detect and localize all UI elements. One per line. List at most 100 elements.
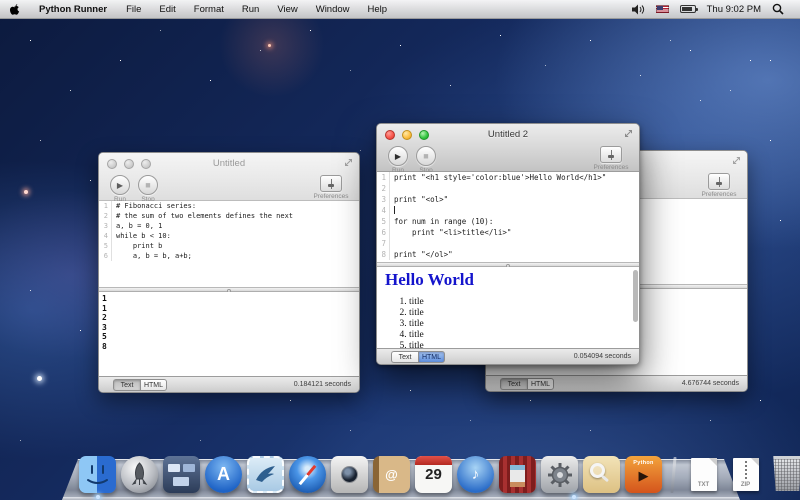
menu-run[interactable]: Run	[233, 0, 268, 18]
html-tab[interactable]: HTML	[418, 351, 445, 363]
dock-icon-photo-booth[interactable]	[499, 456, 536, 493]
window-footer: Text HTML 0.054094 seconds	[377, 348, 639, 364]
dock-icon-mission-control[interactable]	[163, 456, 200, 493]
resize-grip-icon[interactable]	[732, 156, 741, 165]
pink-star	[24, 190, 28, 194]
rocket-icon	[121, 456, 158, 493]
menu-edit[interactable]: Edit	[150, 0, 184, 18]
menu-help[interactable]: Help	[359, 0, 397, 18]
stop-button[interactable]: ■ Stop	[407, 146, 445, 174]
close-button[interactable]	[385, 130, 395, 140]
menu-file[interactable]: File	[117, 0, 150, 18]
list-item: title	[409, 330, 639, 341]
code-editor[interactable]: 1# Fibonacci series: 2# the sum of two e…	[99, 201, 359, 287]
dock-icon-ical[interactable]: 29	[415, 456, 452, 493]
output-mode-segmented-control: Text HTML	[500, 378, 554, 390]
play-icon: ▶	[395, 152, 401, 161]
preferences-button[interactable]: Preferences	[311, 175, 351, 200]
input-source-flag-icon[interactable]	[656, 5, 669, 13]
output-pane[interactable]: Hello World title title title title titl…	[377, 267, 639, 351]
window-untitled-2[interactable]: Untitled 2 ▶ Run ■ Stop Preferences 1pri…	[376, 123, 640, 365]
archive-page-icon: ZIP	[733, 458, 759, 491]
dock-icon-app-store[interactable]: A	[205, 456, 242, 493]
calendar-header-icon	[415, 456, 452, 465]
preferences-button[interactable]: Preferences	[591, 146, 631, 171]
output-pane[interactable]: 1 1 2 3 5 8	[99, 292, 359, 378]
dock-icon-itunes[interactable]: ♪	[457, 456, 494, 493]
rendered-heading: Hello World	[377, 267, 639, 290]
run-duration: 0.054094 seconds	[574, 353, 639, 360]
code-editor[interactable]: 1print "<h1 style='color:blue'>Hello Wor…	[377, 172, 639, 262]
slider-icon	[611, 150, 612, 160]
window-footer: Text HTML 0.184121 seconds	[99, 376, 359, 392]
camera-lens-icon	[341, 466, 358, 483]
html-tab[interactable]: HTML	[527, 378, 554, 390]
window-untitled[interactable]: Untitled ▶ Run ■ Stop Preferences 1# Fib…	[98, 152, 360, 393]
window-header[interactable]: Untitled 2 ▶ Run ■ Stop Preferences	[377, 124, 639, 172]
play-icon: ▶	[117, 181, 123, 190]
play-icon: ▶	[625, 466, 662, 486]
close-button[interactable]	[107, 159, 117, 169]
dock-icon-facetime[interactable]	[331, 456, 368, 493]
menu-clock[interactable]: Thu 9:02 PM	[707, 4, 761, 15]
eagle-stamp-icon	[249, 458, 282, 491]
python-runner-label: Python	[625, 456, 662, 466]
at-sign-icon: @	[385, 467, 398, 482]
text-caret	[394, 206, 395, 214]
window-footer: Text HTML 4.676744 seconds	[486, 375, 747, 391]
window-header[interactable]: Untitled ▶ Run ■ Stop Preferences	[99, 153, 359, 201]
dock-icon-trash[interactable]	[769, 456, 800, 493]
dock-icon-safari[interactable]	[289, 456, 326, 493]
dock-icon-system-preferences[interactable]	[541, 456, 578, 493]
zoom-button[interactable]	[141, 159, 151, 169]
battery-icon[interactable]	[680, 5, 696, 13]
resize-grip-icon[interactable]	[344, 158, 353, 167]
text-tab[interactable]: Text	[500, 378, 527, 390]
window-thumb-icon	[183, 464, 195, 472]
trash-basket-icon	[772, 456, 800, 491]
dock-icon-txt-file[interactable]: TXT	[685, 456, 722, 493]
dock-icon-preview[interactable]	[583, 456, 620, 493]
output-scrollbar[interactable]	[633, 270, 638, 322]
text-tab[interactable]: Text	[113, 379, 140, 391]
run-duration: 0.184121 seconds	[294, 381, 359, 388]
text-tab[interactable]: Text	[391, 351, 418, 363]
zoom-button[interactable]	[419, 130, 429, 140]
dock-icon-zip-file[interactable]: ZIP	[727, 456, 764, 493]
stop-icon: ■	[145, 180, 150, 190]
list-item: title	[409, 319, 639, 330]
menu-format[interactable]: Format	[185, 0, 233, 18]
document-page-icon: TXT	[691, 458, 717, 491]
menu-view[interactable]: View	[268, 0, 306, 18]
apple-menu[interactable]	[0, 0, 29, 18]
run-duration: 4.676744 seconds	[682, 380, 747, 387]
gear-icon	[547, 462, 573, 488]
output-mode-segmented-control: Text HTML	[391, 351, 445, 363]
minimize-button[interactable]	[124, 159, 134, 169]
magnifier-loupe-icon	[590, 463, 605, 478]
zipper-icon	[745, 461, 747, 479]
menu-app-name[interactable]: Python Runner	[29, 0, 117, 18]
output-mode-segmented-control: Text HTML	[113, 379, 167, 391]
dock-icon-launchpad[interactable]	[121, 456, 158, 493]
resize-grip-icon[interactable]	[624, 129, 633, 138]
dock-divider	[670, 457, 676, 493]
preferences-button[interactable]: Preferences	[699, 173, 739, 198]
window-thumb-icon	[173, 477, 189, 486]
dock-icon-mail[interactable]	[247, 456, 284, 493]
dock-icon-python-runner[interactable]: Python ▶	[625, 456, 662, 493]
stop-button[interactable]: ■ Stop	[129, 175, 167, 203]
minimize-button[interactable]	[402, 130, 412, 140]
list-item: title	[409, 308, 639, 319]
menu-window[interactable]: Window	[307, 0, 359, 18]
spotlight-icon[interactable]	[772, 3, 784, 15]
dock-icon-finder[interactable]	[79, 456, 116, 493]
dock-icon-address-book[interactable]: @	[373, 456, 410, 493]
apple-logo-icon	[9, 3, 20, 16]
photo-strip-icon	[510, 465, 525, 487]
compass-needle-icon	[299, 464, 317, 484]
window-thumb-icon	[168, 464, 180, 472]
volume-icon[interactable]	[632, 4, 645, 15]
html-tab[interactable]: HTML	[140, 379, 167, 391]
calendar-day: 29	[415, 466, 452, 483]
